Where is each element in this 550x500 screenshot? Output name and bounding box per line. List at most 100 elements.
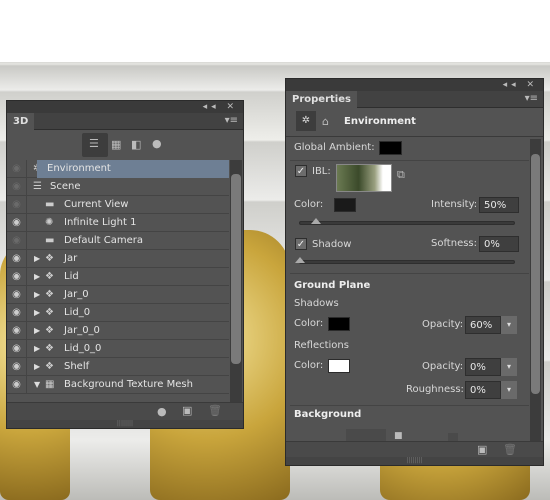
layer-row[interactable]: ◉ ▶ ❖ Jar_0_0 <box>7 322 229 340</box>
panel-menu-icon[interactable]: ▾≡ <box>525 93 538 104</box>
ibl-checkbox[interactable]: ✓ <box>295 165 307 177</box>
add-light-icon[interactable]: ● <box>157 405 167 418</box>
expand-toggle-icon[interactable]: ▶ <box>34 250 40 268</box>
visibility-eye-icon[interactable]: ◉ <box>7 322 27 340</box>
panel-titlebar[interactable]: ◂◂ ✕ <box>286 79 543 91</box>
layer-row[interactable]: ◉ ▶ ❖ Lid_0_0 <box>7 340 229 358</box>
light-filter-icon[interactable]: ● <box>152 137 162 150</box>
softness-label: Softness: <box>431 238 478 249</box>
softness-slider-thumb[interactable] <box>295 257 305 263</box>
environment-mode-icon[interactable]: ✲ <box>296 111 316 131</box>
mesh-icon: ❖ <box>45 343 54 354</box>
mesh-icon: ❖ <box>45 307 54 318</box>
layer-row[interactable]: ◉ ▶ ❖ Lid <box>7 268 229 286</box>
reflections-opacity-dropdown[interactable]: ▾ <box>501 358 517 376</box>
visibility-eye-icon[interactable]: ◉ <box>7 340 27 358</box>
layer-row[interactable]: ◉ ▬ Default Camera <box>7 232 229 250</box>
properties-panel: ◂◂ ✕ Properties ▾≡ ✲ ⌂ Environment Global… <box>285 78 544 466</box>
shadows-opacity-input[interactable]: 60% <box>465 316 501 334</box>
edit-ibl-icon[interactable]: ⧉ <box>397 168 405 182</box>
scrollbar[interactable] <box>530 139 541 441</box>
shadows-opacity-dropdown[interactable]: ▾ <box>501 316 517 334</box>
scene-mode-icon[interactable]: ⌂ <box>322 115 329 128</box>
expand-toggle-icon[interactable]: ▶ <box>34 286 40 304</box>
layer-row[interactable]: ◉ ☰ Scene <box>7 178 229 196</box>
layer-label: Jar_0_0 <box>64 325 100 336</box>
resize-grip[interactable]: |||||||| <box>286 457 543 465</box>
tab-3d[interactable]: 3D <box>7 113 35 130</box>
panel-titlebar[interactable]: ◂◂ ✕ <box>7 101 243 113</box>
layer-row[interactable]: ◉ ▼ ▦ Background Texture Mesh <box>7 376 229 394</box>
folder-icon[interactable]: ■ <box>394 431 403 441</box>
layer-row[interactable]: ◉ ▶ ❖ Jar_0 <box>7 286 229 304</box>
softness-slider[interactable] <box>299 260 515 264</box>
render-icon[interactable]: ▣ <box>182 404 192 417</box>
tab-properties[interactable]: Properties <box>286 91 357 108</box>
layer-label: Jar <box>64 253 78 264</box>
reflections-opacity-input[interactable]: 0% <box>465 358 501 376</box>
shadow-label: Shadow <box>312 239 352 250</box>
layer-label: Background Texture Mesh <box>64 379 193 390</box>
expand-toggle-icon[interactable]: ▶ <box>34 304 40 322</box>
background-option[interactable] <box>448 433 458 441</box>
background-preview[interactable] <box>346 429 386 441</box>
reflections-color-swatch[interactable] <box>328 359 350 373</box>
visibility-eye-icon[interactable]: ◉ <box>7 286 27 304</box>
visibility-eye-icon[interactable]: ◉ <box>7 214 27 232</box>
expand-toggle-icon[interactable]: ▶ <box>34 358 40 376</box>
properties-header: Environment <box>344 116 416 127</box>
expand-toggle-icon[interactable]: ▶ <box>34 340 40 358</box>
layer-row[interactable]: ◉ ▶ ❖ Lid_0 <box>7 304 229 322</box>
softness-input[interactable]: 0% <box>479 236 519 252</box>
shadows-color-swatch[interactable] <box>328 317 350 331</box>
layer-row[interactable]: ◉ ▶ ❖ Shelf <box>7 358 229 376</box>
expand-toggle-icon[interactable]: ▼ <box>34 376 40 394</box>
resize-grip[interactable]: |||||||| <box>7 420 243 428</box>
visibility-eye-icon[interactable]: ◉ <box>7 196 27 214</box>
layer-row[interactable]: ◉ ▬ Current View <box>7 196 229 214</box>
shadow-checkbox[interactable]: ✓ <box>295 238 307 250</box>
panel-menu-icon[interactable]: ▾≡ <box>225 115 238 126</box>
visibility-eye-icon[interactable]: ◉ <box>7 160 27 178</box>
layer-label: Shelf <box>64 361 90 372</box>
intensity-input[interactable]: 50% <box>479 197 519 213</box>
scrollbar[interactable] <box>230 160 242 402</box>
expand-toggle-icon[interactable]: ▶ <box>34 322 40 340</box>
camera-icon: ▬ <box>45 199 55 210</box>
intensity-label: Intensity: <box>431 199 478 210</box>
render-icon[interactable]: ▣ <box>477 443 487 456</box>
scene-icon: ☰ <box>33 181 42 192</box>
layer-row[interactable]: ◉ ✺ Infinite Light 1 <box>7 214 229 232</box>
layer-label: Lid_0_0 <box>64 343 102 354</box>
material-filter-icon[interactable]: ◧ <box>131 138 141 151</box>
reflections-color-label: Color: <box>294 360 324 371</box>
visibility-eye-icon[interactable]: ◉ <box>7 376 27 394</box>
visibility-eye-icon[interactable]: ◉ <box>7 178 27 196</box>
shadows-opacity-label: Opacity: <box>422 319 464 330</box>
global-ambient-swatch[interactable] <box>379 141 402 155</box>
scene-filter-icon[interactable]: ☰ <box>82 133 108 157</box>
ibl-color-swatch[interactable] <box>334 198 356 212</box>
visibility-eye-icon[interactable]: ◉ <box>7 304 27 322</box>
visibility-eye-icon[interactable]: ◉ <box>7 232 27 250</box>
layer-row[interactable]: ◉ ▶ ❖ Jar <box>7 250 229 268</box>
mesh-icon: ❖ <box>45 253 54 264</box>
visibility-eye-icon[interactable]: ◉ <box>7 250 27 268</box>
mesh-filter-icon[interactable]: ▦ <box>111 138 121 151</box>
intensity-slider-thumb[interactable] <box>311 218 321 224</box>
roughness-input[interactable]: 0% <box>465 381 501 399</box>
visibility-eye-icon[interactable]: ◉ <box>7 358 27 376</box>
layer-row[interactable]: ◉✲Environment <box>7 160 229 178</box>
roughness-dropdown[interactable]: ▾ <box>501 381 517 399</box>
delete-icon[interactable]: 🗑 <box>208 404 222 417</box>
layer-label: Lid <box>64 271 79 282</box>
infinite-light-icon: ✺ <box>45 217 54 228</box>
intensity-slider[interactable] <box>299 221 515 225</box>
delete-icon[interactable]: 🗑 <box>503 443 517 456</box>
expand-toggle-icon[interactable]: ▶ <box>34 268 40 286</box>
ibl-thumbnail[interactable] <box>336 164 392 192</box>
visibility-eye-icon[interactable]: ◉ <box>7 268 27 286</box>
ibl-color-label: Color: <box>294 199 324 210</box>
reflections-heading: Reflections <box>294 340 349 351</box>
layer-label: Jar_0 <box>64 289 89 300</box>
